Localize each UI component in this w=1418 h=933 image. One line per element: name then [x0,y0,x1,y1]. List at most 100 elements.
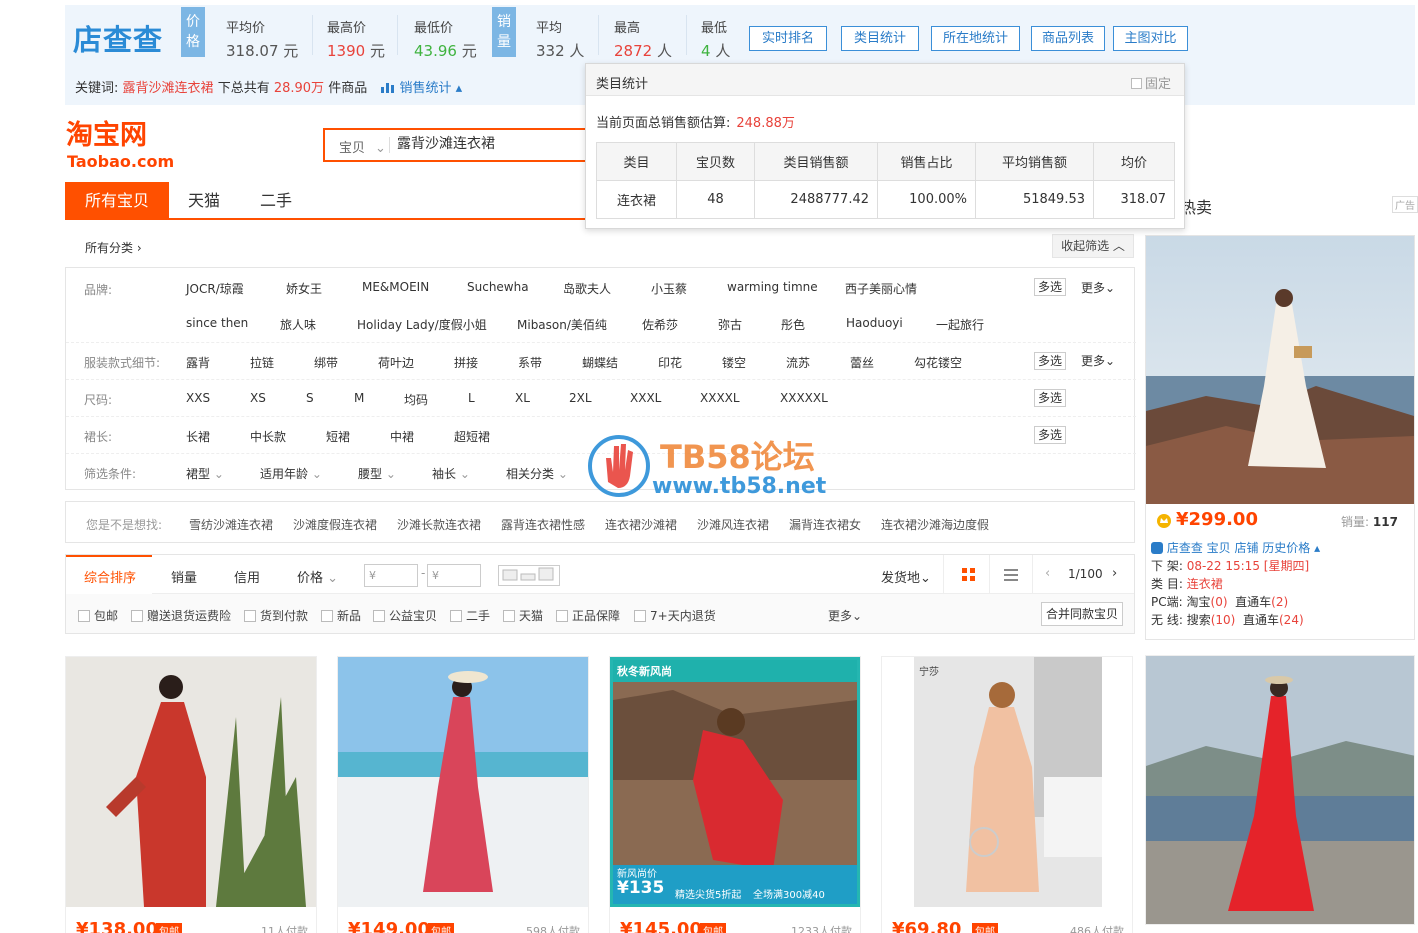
tab-tmall[interactable]: 天猫 [169,182,239,220]
length-item[interactable]: 中裙 [390,428,414,445]
condition-dropdown[interactable]: 裙型 ⌄ [186,465,224,482]
filter-more-button[interactable]: 更多⌄ [828,607,862,624]
brand-item[interactable]: 弥古 [718,316,742,333]
condition-dropdown[interactable]: 相关分类 ⌄ [506,465,568,482]
detail-multi-select-button[interactable]: 多选 [1034,352,1066,370]
detail-item[interactable]: 绑带 [314,354,338,371]
condition-dropdown[interactable]: 适用年龄 ⌄ [260,465,322,482]
popup-fixed-checkbox[interactable]: 固定 [1131,73,1171,92]
plugin-links-text[interactable]: 店查查 宝贝 店铺 历史价格 [1167,541,1310,555]
size-item[interactable]: 均码 [404,391,428,408]
suggest-link[interactable]: 连衣裙沙滩海边度假 [881,516,989,533]
next-page-icon[interactable]: › [1112,566,1117,581]
price-to-input[interactable]: ¥ [427,564,481,587]
brand-item[interactable]: 岛歌夫人 [563,280,611,297]
detail-item[interactable]: 镂空 [722,354,746,371]
all-categories-link[interactable]: 所有分类 › [85,239,142,256]
product-list-button[interactable]: 商品列表 [1031,26,1105,51]
condition-dropdown[interactable]: 袖长 ⌄ [432,465,470,482]
sort-sales[interactable]: 销量 [171,567,197,586]
product-image[interactable]: 宁莎 [914,657,1102,907]
size-item[interactable]: XS [250,391,266,405]
brand-item[interactable]: 娇女王 [286,280,322,297]
brand-multi-select-button[interactable]: 多选 [1034,278,1066,296]
length-multi-select-button[interactable]: 多选 [1034,426,1066,444]
length-item[interactable]: 长裙 [186,428,210,445]
suggest-link[interactable]: 漏背连衣裙女 [789,516,861,533]
location-stats-button[interactable]: 所在地统计 [931,26,1020,51]
filter-tmall[interactable]: 天猫 [503,607,543,624]
size-item[interactable]: S [306,391,314,405]
product-image[interactable] [338,657,588,907]
brand-more-button[interactable]: 更多⌄ [1081,279,1115,296]
suggest-link[interactable]: 沙滩长款连衣裙 [397,516,481,533]
ad-product-image-2[interactable] [1145,655,1415,925]
filter-secondhand[interactable]: 二手 [450,607,490,624]
detail-item[interactable]: 拼接 [454,354,478,371]
collapse-filter-button[interactable]: 收起筛选 ︿ [1052,234,1134,258]
list-view-icon[interactable] [1004,568,1018,584]
ad-product-image[interactable] [1146,236,1414,504]
condition-dropdown[interactable]: 腰型 ⌄ [358,465,396,482]
grid-view-icon[interactable] [962,568,976,585]
sort-price[interactable]: 价格 ⌄ [297,567,338,586]
size-item[interactable]: XXXXL [700,391,740,405]
size-multi-select-button[interactable]: 多选 [1034,389,1066,407]
tab-all[interactable]: 所有宝贝 [65,182,169,220]
size-item[interactable]: XXXXXL [780,391,828,405]
hot-sale-ad-card[interactable]: ¥299.00 销量: 117 店查查 宝贝 店铺 历史价格 ▴ 下 架: 08… [1145,235,1415,640]
brand-item[interactable]: Haoduoyi [846,316,903,330]
filter-return-insurance[interactable]: 赠送退货运费险 [131,607,231,624]
size-item[interactable]: M [354,391,364,405]
prev-page-icon[interactable]: ‹ [1045,566,1050,581]
brand-item[interactable]: 旅人味 [280,316,316,333]
brand-item[interactable]: warming timne [727,280,818,294]
product-card[interactable]: 秋冬新风尚 新风尚价 ¥135 精选尖货5折起 全场满300减40 ¥145.0… [609,656,861,933]
filter-free-shipping[interactable]: 包邮 [78,607,118,624]
detail-more-button[interactable]: 更多⌄ [1081,352,1115,369]
main-image-compare-button[interactable]: 主图对比 [1113,26,1188,51]
size-item[interactable]: 2XL [569,391,592,405]
sort-credit[interactable]: 信用 [234,567,260,586]
brand-item[interactable]: 彤色 [781,316,805,333]
suggest-link[interactable]: 连衣裙沙滩裙 [605,516,677,533]
detail-item[interactable]: 蝴蝶结 [582,354,618,371]
detail-item[interactable]: 勾花镂空 [914,354,962,371]
brand-item[interactable]: 佐希莎 [642,316,678,333]
brand-item[interactable]: ME&MOEIN [362,280,429,294]
detail-item[interactable]: 荷叶边 [378,354,414,371]
suggest-link[interactable]: 露背连衣裙性感 [501,516,585,533]
filter-7day-return[interactable]: 7+天内退货 [634,607,716,624]
size-item[interactable]: XL [515,391,530,405]
detail-item[interactable]: 蕾丝 [850,354,874,371]
category-stats-button[interactable]: 类目统计 [841,26,919,51]
size-item[interactable]: XXXL [630,391,661,405]
detail-item[interactable]: 印花 [658,354,682,371]
detail-item[interactable]: 拉链 [250,354,274,371]
product-card[interactable]: ¥149.00 包邮 598人付款 [337,656,589,933]
price-range-slider-icon[interactable] [498,565,560,586]
tab-secondhand[interactable]: 二手 [241,182,311,220]
product-image[interactable]: 秋冬新风尚 新风尚价 ¥135 精选尖货5折起 全场满300减40 [610,657,860,907]
ad-plugin-links[interactable]: 店查查 宝贝 店铺 历史价格 ▴ [1151,539,1320,556]
realtime-rank-button[interactable]: 实时排名 [749,26,827,51]
sales-stats-link[interactable]: 销售统计 ▴ [381,81,462,96]
detail-item[interactable]: 系带 [518,354,542,371]
brand-item[interactable]: Holiday Lady/度假小姐 [357,316,487,333]
search-input[interactable] [397,135,597,151]
brand-item[interactable]: JOCR/琼霞 [186,280,244,297]
taobao-logo[interactable]: 淘宝网 [66,122,147,150]
brand-item[interactable]: Suchewha [467,280,529,294]
size-item[interactable]: XXS [186,391,210,405]
brand-item[interactable]: 一起旅行 [936,316,984,333]
search-category-select[interactable]: 宝贝 [339,137,386,156]
product-image[interactable] [66,657,316,907]
length-item[interactable]: 中长款 [250,428,286,445]
brand-item[interactable]: 西子美丽心情 [845,280,917,297]
product-card[interactable]: 宁莎 ¥69.80 包邮 486人付款 [881,656,1133,933]
length-item[interactable]: 短裙 [326,428,350,445]
length-item[interactable]: 超短裙 [454,428,490,445]
price-from-input[interactable]: ¥ [364,564,418,587]
sort-default[interactable]: 综合排序 [84,567,136,586]
size-item[interactable]: L [468,391,475,405]
